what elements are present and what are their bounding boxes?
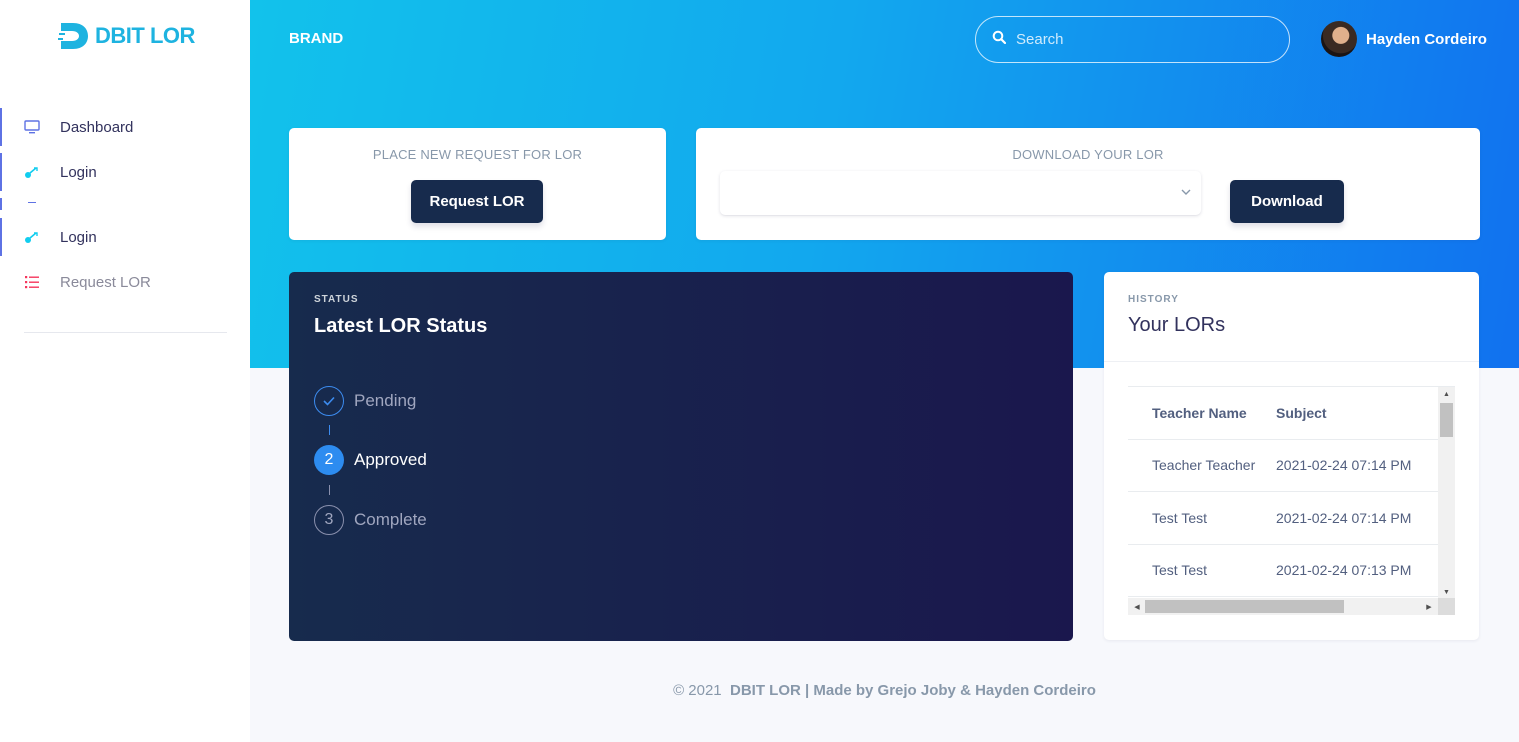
sidebar-item-label: Login	[60, 228, 97, 246]
sidebar-item-dashboard[interactable]: Dashboard	[0, 108, 250, 146]
lor-table-container[interactable]: Teacher Name Subject Teacher Teacher 202…	[1128, 386, 1455, 615]
table-header: Teacher Name Subject	[1128, 387, 1438, 440]
step-label: Complete	[354, 510, 427, 529]
lor-table: Teacher Name Subject Teacher Teacher 202…	[1128, 387, 1438, 597]
sidebar-nav: Dashboard Login Login Request LOR	[0, 108, 250, 308]
table-cell: 2021-02-24 07:14 PM	[1276, 509, 1412, 526]
sidebar-item-label: Dashboard	[60, 118, 134, 136]
chevron-down-icon	[1179, 185, 1193, 199]
user-name[interactable]: Hayden Cordeiro	[1366, 31, 1487, 48]
download-lor-card: DOWNLOAD YOUR LOR Download	[696, 128, 1480, 240]
sidebar-divider	[24, 332, 227, 333]
status-eyebrow: STATUS	[314, 294, 359, 305]
key-icon	[24, 229, 40, 245]
download-button[interactable]: Download	[1230, 180, 1344, 223]
scroll-up-icon[interactable]: ▲	[1438, 387, 1455, 401]
table-cell: Test Test	[1152, 509, 1207, 526]
monitor-icon	[24, 119, 40, 135]
request-lor-button[interactable]: Request LOR	[411, 180, 543, 223]
table-row[interactable]: Teacher Teacher 2021-02-24 07:14 PM	[1128, 440, 1438, 492]
column-header[interactable]: Teacher Name	[1128, 405, 1276, 421]
column-header[interactable]: Subject	[1276, 405, 1327, 421]
logo[interactable]: DBIT LOR	[57, 19, 195, 53]
table-cell: Test Test	[1152, 562, 1207, 579]
key-icon	[24, 164, 40, 180]
user-menu[interactable]: Hayden Cordeiro	[1321, 21, 1487, 57]
search-icon	[992, 30, 1007, 49]
step-connector	[329, 485, 330, 495]
search-input[interactable]	[1016, 31, 1266, 48]
card-title: DOWNLOAD YOUR LOR	[1012, 147, 1164, 162]
scroll-left-icon[interactable]: ◀	[1130, 598, 1144, 615]
check-icon	[314, 386, 344, 416]
step-connector	[329, 425, 330, 435]
footer-copyright: © 2021	[673, 682, 722, 699]
table-row[interactable]: Test Test 2021-02-24 07:14 PM	[1128, 492, 1438, 545]
history-eyebrow: HISTORY	[1128, 294, 1179, 305]
request-lor-card: PLACE NEW REQUEST FOR LOR Request LOR	[289, 128, 666, 240]
step-label: Pending	[354, 391, 417, 410]
horizontal-scrollbar[interactable]: ◀ ▶	[1128, 598, 1438, 615]
footer: © 2021 DBIT LOR | Made by Grejo Joby & H…	[250, 682, 1519, 699]
sidebar-item-label: Request LOR	[60, 273, 151, 291]
search-box[interactable]	[975, 16, 1290, 63]
footer-brand-link[interactable]: DBIT LOR	[730, 682, 801, 699]
status-card: STATUS Latest LOR Status Pending 2 Appro…	[289, 272, 1073, 641]
scrollbar-thumb[interactable]	[1145, 600, 1344, 613]
step-pending: Pending	[314, 386, 416, 416]
sidebar-item-login-2[interactable]: Login	[0, 218, 250, 256]
step-label: Approved	[354, 450, 427, 469]
step-complete: 3 Complete	[314, 505, 427, 535]
scroll-right-icon[interactable]: ▶	[1422, 598, 1436, 615]
lor-select[interactable]	[720, 171, 1201, 215]
divider	[1104, 361, 1479, 362]
sidebar-separator	[0, 198, 250, 218]
avatar[interactable]	[1321, 21, 1357, 57]
table-row[interactable]: Test Test 2021-02-24 07:13 PM	[1128, 545, 1438, 597]
status-title: Latest LOR Status	[314, 315, 488, 337]
footer-credits: | Made by Grejo Joby & Hayden Cordeiro	[805, 682, 1096, 699]
sidebar-item-login[interactable]: Login	[0, 153, 250, 191]
scrollbar-thumb[interactable]	[1440, 403, 1453, 437]
logo-text: DBIT LOR	[95, 23, 195, 48]
history-card: HISTORY Your LORs Teacher Name Subject T…	[1104, 272, 1479, 640]
card-title: PLACE NEW REQUEST FOR LOR	[372, 147, 583, 162]
table-cell: Teacher Teacher	[1152, 457, 1256, 474]
sidebar-item-request-lor[interactable]: Request LOR	[0, 263, 250, 301]
vertical-scrollbar[interactable]: ▲ ▼	[1438, 387, 1455, 599]
table-cell: 2021-02-24 07:13 PM	[1276, 562, 1412, 579]
sidebar-item-label: Login	[60, 163, 97, 181]
step-number: 2	[314, 445, 344, 475]
scrollbar-corner	[1438, 598, 1455, 615]
history-title: Your LORs	[1128, 314, 1226, 336]
step-approved: 2 Approved	[314, 445, 427, 475]
brand-link[interactable]: BRAND	[289, 30, 343, 47]
scroll-down-icon[interactable]: ▼	[1438, 585, 1455, 599]
sidebar: DBIT LOR Dashboard Login Login Request L…	[0, 0, 250, 742]
list-icon	[24, 274, 40, 290]
step-number: 3	[314, 505, 344, 535]
logo-d-icon	[57, 19, 91, 53]
table-cell: 2021-02-24 07:14 PM	[1276, 457, 1412, 474]
